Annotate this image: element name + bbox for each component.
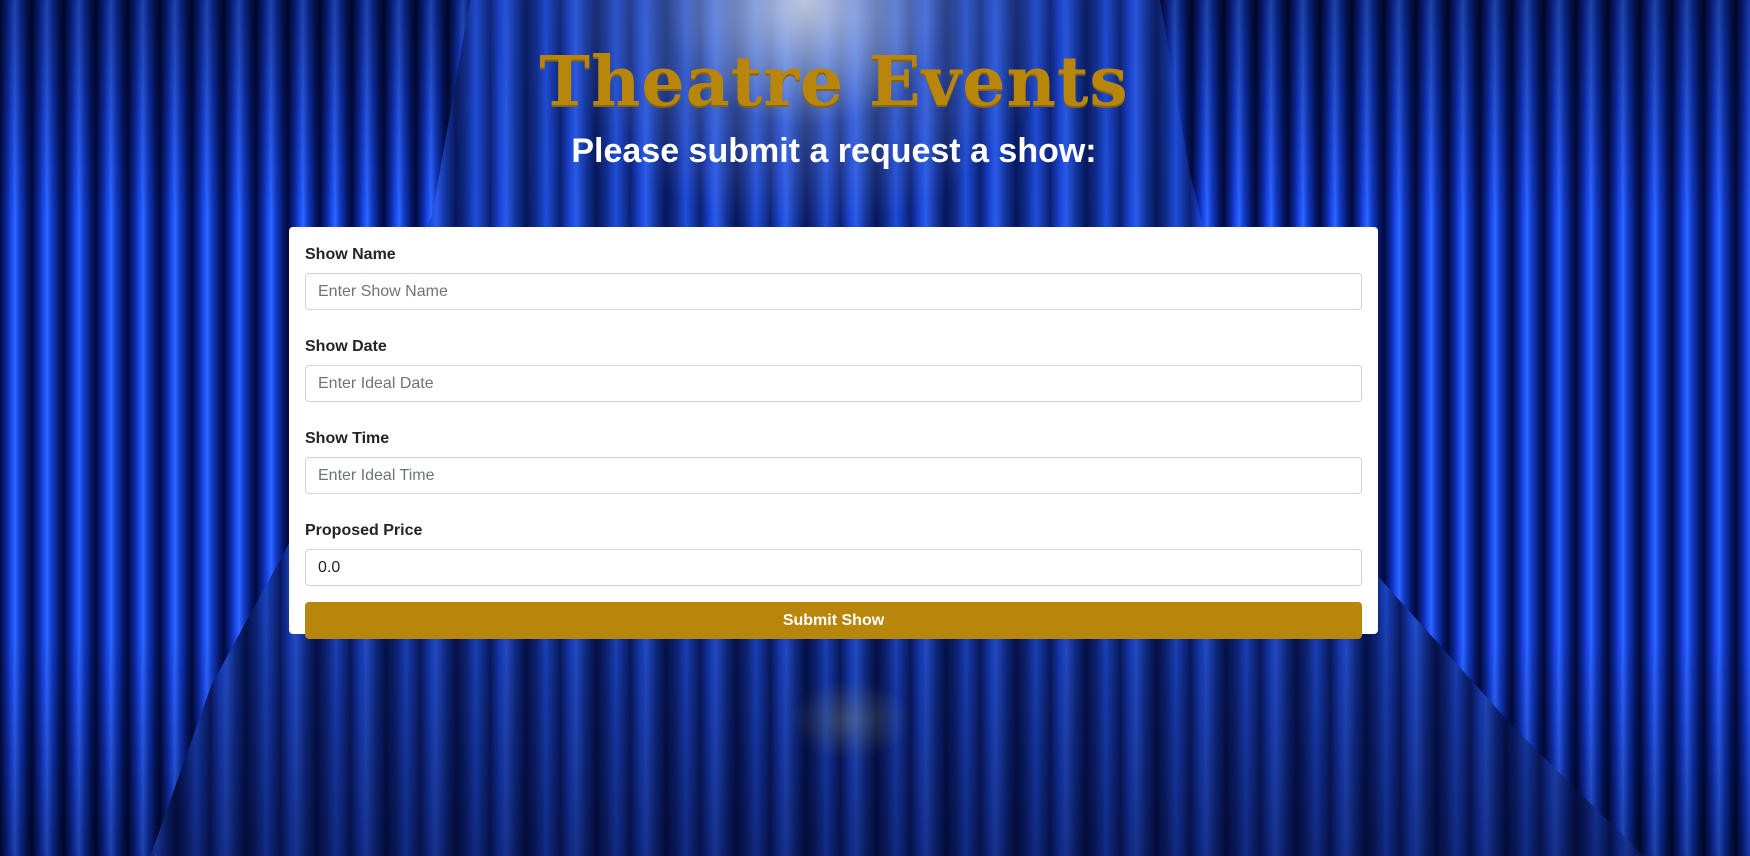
- show-name-label: Show Name: [305, 246, 396, 263]
- proposed-price-input[interactable]: [305, 549, 1362, 586]
- show-time-input[interactable]: [305, 457, 1362, 494]
- submit-show-button[interactable]: Submit Show: [305, 602, 1362, 639]
- show-request-form: Show Name Show Date Show Time Proposed P…: [289, 227, 1378, 639]
- page-header: Theatre Events Please submit a request a…: [0, 36, 1668, 171]
- proposed-price-label: Proposed Price: [305, 522, 423, 539]
- page-subtitle: Please submit a request a show:: [571, 132, 1097, 170]
- show-date-input[interactable]: [305, 365, 1362, 402]
- show-name-input[interactable]: [305, 273, 1362, 310]
- show-time-label: Show Time: [305, 430, 390, 447]
- show-date-label: Show Date: [305, 338, 387, 355]
- brand-title: Theatre Events: [539, 42, 1129, 122]
